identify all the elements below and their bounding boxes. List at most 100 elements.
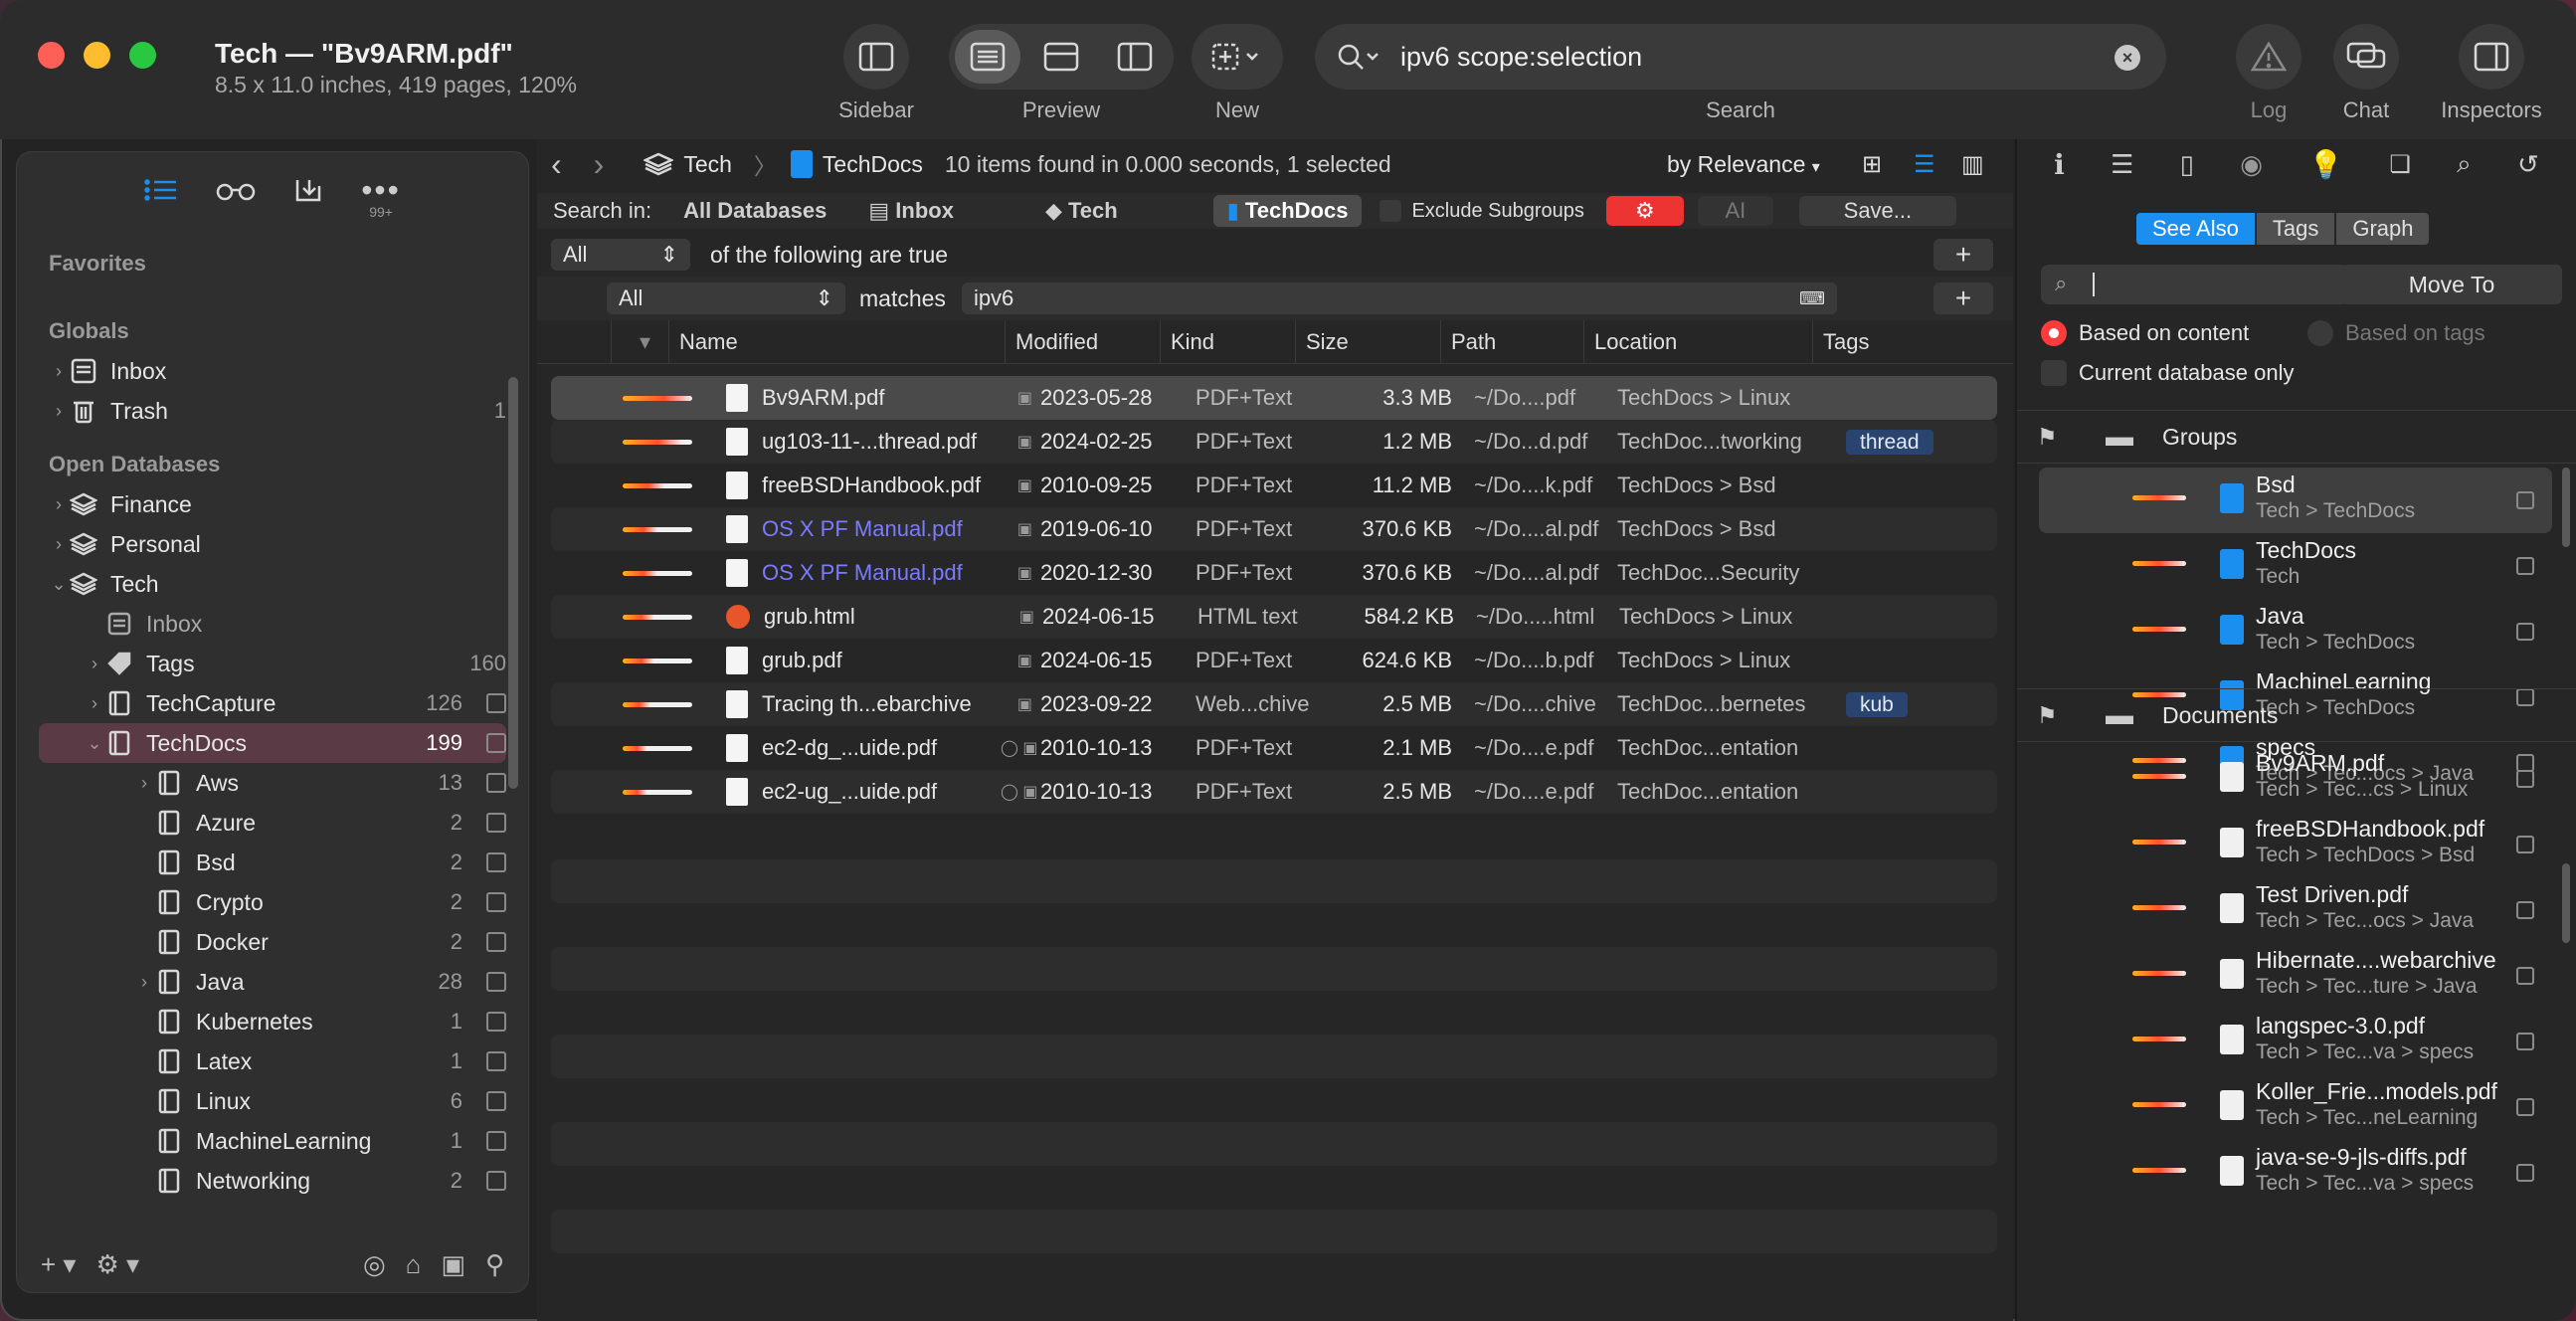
tab-graph[interactable]: Graph <box>2336 213 2430 245</box>
close-window-button[interactable] <box>38 42 65 69</box>
column-size[interactable]: Size <box>1295 319 1440 364</box>
import-icon[interactable] <box>293 176 323 204</box>
table-row[interactable]: ec2-dg_...uide.pdf ◯ ▣ 2010-10-13 PDF+Text 2… <box>551 726 1997 770</box>
table-row[interactable]: Tracing th...ebarchive ▣ 2023-09-22 Web...c… <box>551 682 1997 726</box>
see-also-group-item[interactable]: Bsd Tech > TechDocs <box>2039 468 2552 533</box>
chevron-down-icon[interactable]: ⌄ <box>85 733 104 754</box>
sidebar-item-kubernetes[interactable]: Kubernetes 1 <box>17 1002 528 1041</box>
open-item-icon[interactable] <box>2516 836 2534 853</box>
add-criteria-button[interactable]: + <box>1933 239 1993 271</box>
save-search-button[interactable]: Save... <box>1798 196 1956 226</box>
column-kind[interactable]: Kind <box>1160 319 1295 364</box>
radio-selected[interactable] <box>2041 320 2067 346</box>
outline-icon[interactable]: ☰ <box>2111 149 2133 180</box>
documents-scrollbar[interactable] <box>2562 863 2570 943</box>
chevron-down-icon[interactable]: ⌄ <box>49 574 69 595</box>
scope-all-databases[interactable]: All Databases <box>669 195 840 227</box>
image-icon[interactable]: ▣ <box>441 1249 465 1280</box>
table-row[interactable]: ug103-11-...thread.pdf ▣ 2024-02-25 PDF+Tex… <box>551 420 1997 464</box>
sidebar-item-linux[interactable]: Linux 6 <box>17 1081 528 1121</box>
match-all-popup[interactable]: All ⇕ <box>551 239 690 271</box>
sidebar-toggle-button[interactable] <box>843 24 909 90</box>
see-also-document-item[interactable]: Bv9ARM.pdf Tech > Tec...cs > Linux <box>2039 746 2552 812</box>
groups-scrollbar[interactable] <box>2562 468 2570 547</box>
sidebar-item-latex[interactable]: Latex 1 <box>17 1041 528 1081</box>
info-icon[interactable]: ℹ <box>2054 148 2065 181</box>
reading-glasses-icon[interactable] <box>216 176 256 204</box>
breadcrumb-database[interactable]: Tech <box>644 151 732 178</box>
list-view-icon[interactable]: ☰ <box>1914 150 1935 179</box>
table-row[interactable]: OS X PF Manual.pdf ▣ 2020-12-30 PDF+Text 370… <box>551 551 1997 595</box>
based-on-tags-option[interactable]: Based on tags <box>2307 320 2485 346</box>
sidebar-item-azure[interactable]: Azure 2 <box>17 803 528 843</box>
minimize-window-button[interactable] <box>84 42 110 69</box>
log-button[interactable] <box>2236 24 2301 90</box>
add-criteria-row-button[interactable]: + <box>1933 283 1993 314</box>
see-also-document-item[interactable]: Koller_Frie...models.pdf Tech > Tec...neL… <box>2039 1074 2552 1140</box>
chevron-right-icon[interactable]: › <box>49 534 69 555</box>
sidebar-item-bsd[interactable]: Bsd 2 <box>17 843 528 882</box>
chat-icon[interactable]: ❏ <box>2389 150 2411 179</box>
open-item-icon[interactable] <box>2516 491 2534 509</box>
sidebar-item-tags[interactable]: › Tags 160 <box>17 644 528 683</box>
checkbox[interactable] <box>2041 360 2067 386</box>
open-item-icon[interactable] <box>2516 1098 2534 1116</box>
forward-icon[interactable]: › <box>594 146 605 183</box>
sidebar-item-crypto[interactable]: Crypto 2 <box>17 882 528 922</box>
chat-button[interactable] <box>2333 24 2399 90</box>
sidebar-item-machinelearning[interactable]: MachineLearning 1 <box>17 1121 528 1161</box>
open-item-icon[interactable] <box>2516 557 2534 575</box>
sort-indicator-icon[interactable]: ▾ <box>611 319 668 364</box>
tag-chip[interactable]: kub <box>1846 692 1908 717</box>
field-popup[interactable]: All ⇕ <box>607 283 845 314</box>
column-name[interactable]: Name <box>668 319 1005 364</box>
sidebar-item-trash[interactable]: › Trash 1 <box>17 391 528 431</box>
sidebar-item-inbox[interactable]: › Inbox <box>17 351 528 391</box>
open-item-icon[interactable] <box>2516 1164 2534 1182</box>
open-item-icon[interactable] <box>2516 901 2534 919</box>
sidebar-scrollbar[interactable] <box>508 377 518 789</box>
see-also-document-item[interactable]: freeBSDHandbook.pdf Tech > TechDocs > Bsd <box>2039 812 2552 877</box>
move-to-button[interactable]: Move To <box>2341 265 2562 304</box>
sidebar-item-docker[interactable]: Docker 2 <box>17 922 528 962</box>
see-also-group-item[interactable]: TechDocs Tech <box>2039 533 2552 599</box>
table-row[interactable]: ec2-ug_...uide.pdf ◯ ▣ 2010-10-13 PDF+Text 2… <box>551 770 1997 814</box>
table-row[interactable]: Bv9ARM.pdf ▣ 2023-05-28 PDF+Text 3.3 MB ~/Do.… <box>551 376 1997 420</box>
tag-chip[interactable]: thread <box>1846 430 1933 455</box>
scope-tech[interactable]: ◆ Tech <box>1031 195 1132 227</box>
relevance-column-icon[interactable]: ▬ <box>2077 699 2162 731</box>
current-db-only-option[interactable]: Current database only <box>2041 360 2294 386</box>
chevron-right-icon[interactable]: › <box>85 654 104 674</box>
term-field[interactable]: ipv6 ⌨ <box>961 283 1837 314</box>
history-icon[interactable]: ↺ <box>2517 149 2539 180</box>
icon-view-icon[interactable]: ⊞ <box>1862 150 1882 179</box>
annotation-icon[interactable]: ◉ <box>2240 149 2263 180</box>
table-row[interactable]: grub.pdf ▣ 2024-06-15 PDF+Text 624.6 KB ~/Do.… <box>551 639 1997 682</box>
chevron-right-icon[interactable]: › <box>49 361 69 382</box>
scope-inbox[interactable]: ▤ Inbox <box>854 195 968 227</box>
target-icon[interactable]: ◎ <box>363 1249 386 1280</box>
list-icon[interactable] <box>144 176 178 204</box>
new-button[interactable] <box>1192 24 1283 90</box>
column-modified[interactable]: Modified <box>1005 319 1160 364</box>
table-row[interactable]: grub.html ▣ 2024-06-15 HTML text 584.2 KB ~/D… <box>551 595 1997 639</box>
sort-popup[interactable]: by Relevance ▾ <box>1667 151 1820 178</box>
inspectors-toggle-button[interactable] <box>2459 24 2524 90</box>
open-item-icon[interactable] <box>2516 967 2534 985</box>
table-row[interactable]: OS X PF Manual.pdf ▣ 2019-06-10 PDF+Text 370… <box>551 507 1997 551</box>
see-also-document-item[interactable]: Test Driven.pdf Tech > Tec...ocs > Java <box>2039 877 2552 943</box>
see-also-document-item[interactable]: langspec-3.0.pdf Tech > Tec...va > specs <box>2039 1009 2552 1074</box>
pin-icon[interactable]: ⚲ <box>485 1249 504 1280</box>
sidebar-item-java[interactable]: › Java 28 <box>17 962 528 1002</box>
ai-button[interactable]: AI <box>1697 196 1773 226</box>
inspector-search-input[interactable]: ⌕ <box>2041 265 2349 304</box>
sidebar-item-networking[interactable]: Networking 2 <box>17 1161 528 1201</box>
table-row[interactable]: freeBSDHandbook.pdf ▣ 2010-09-25 PDF+Text 11… <box>551 464 1997 507</box>
clear-search-icon[interactable]: × <box>2115 45 2140 71</box>
tab-tags[interactable]: Tags <box>2256 213 2335 245</box>
tag-icon[interactable]: ⌂ <box>406 1249 422 1280</box>
column-path[interactable]: Path <box>1440 319 1583 364</box>
add-menu-button[interactable]: + ▾ <box>41 1249 76 1280</box>
sidebar-item-techcapture[interactable]: › TechCapture 126 <box>17 683 528 723</box>
chevron-right-icon[interactable]: › <box>134 773 154 794</box>
